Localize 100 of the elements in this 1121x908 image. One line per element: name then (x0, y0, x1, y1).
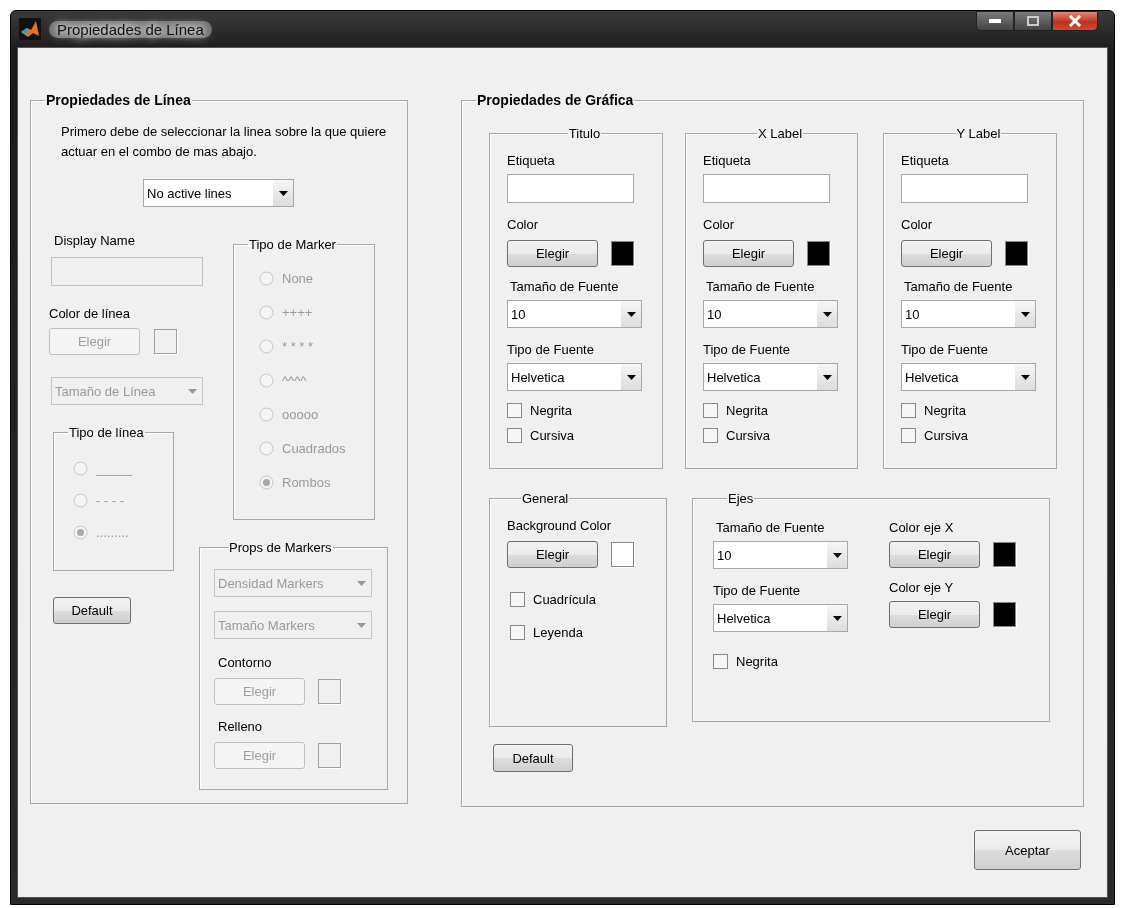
checkbox-label: Cursiva (530, 428, 575, 443)
font-size-dropdown[interactable]: 10 (713, 541, 848, 569)
checkbox[interactable] (507, 428, 522, 443)
default-button[interactable]: Default (493, 744, 573, 772)
label-field[interactable] (901, 174, 1028, 203)
checkbox-label: Leyenda (533, 625, 583, 640)
radio-label: * * * * (282, 338, 314, 354)
font-size-dropdown[interactable]: 10 (507, 300, 642, 328)
checkbox-label: Cuadrícula (533, 592, 596, 607)
color-swatch (154, 329, 177, 354)
checkbox[interactable] (507, 403, 522, 418)
group-title: Propiedades de Gráfica (476, 92, 635, 108)
maximize-icon (1027, 16, 1039, 26)
field-label: Color (901, 217, 933, 232)
radio-label: ooooo (282, 406, 319, 422)
radio-button[interactable] (73, 492, 88, 508)
radio-button[interactable] (259, 474, 274, 490)
minimize-icon (989, 19, 1001, 23)
default-button[interactable]: Default (53, 597, 131, 624)
font-size-dropdown[interactable]: 10 (703, 300, 838, 328)
app-icon (19, 18, 41, 40)
choose-button[interactable]: Elegir (889, 601, 980, 628)
field-label: Relleno (218, 719, 263, 734)
caret-icon (1020, 374, 1030, 380)
caret-icon (822, 311, 832, 317)
field-label: Color eje Y (889, 580, 954, 595)
font-type-dropdown[interactable]: Helvetica (507, 363, 642, 391)
radio-button[interactable] (259, 338, 274, 354)
field-label: Tamaño de Fuente (904, 279, 1013, 294)
field-label: Color de línea (49, 306, 130, 321)
caret-icon (832, 552, 842, 558)
label-field[interactable] (507, 174, 634, 203)
radio-label: ......... (96, 524, 129, 540)
radio-label: ++++ (282, 304, 313, 320)
field-label: Etiqueta (703, 153, 751, 168)
color-swatch (318, 679, 341, 704)
minimize-button[interactable] (976, 11, 1014, 31)
caret-icon (832, 615, 842, 621)
label-field[interactable] (703, 174, 830, 203)
checkbox-label: Cursiva (726, 428, 771, 443)
field-label: Tipo de Fuente (703, 342, 790, 357)
radio-button[interactable] (259, 372, 274, 388)
checkbox[interactable] (510, 625, 525, 640)
field-label: Background Color (507, 518, 612, 533)
group-title: Titulo (567, 126, 602, 141)
field-label: Contorno (218, 655, 272, 670)
close-button[interactable] (1052, 11, 1098, 31)
choose-button[interactable]: Elegir (889, 541, 980, 568)
radio-label: ^^^^ (282, 372, 307, 388)
color-swatch (318, 743, 341, 768)
checkbox[interactable] (703, 428, 718, 443)
font-size-dropdown[interactable]: 10 (901, 300, 1036, 328)
field-label: Tipo de Fuente (507, 342, 594, 357)
caret-icon (356, 580, 366, 586)
font-type-dropdown[interactable]: Helvetica (703, 363, 838, 391)
caret-icon (822, 374, 832, 380)
radio-button[interactable] (259, 440, 274, 456)
caret-icon (1020, 311, 1030, 317)
choose-button[interactable]: Elegir (507, 240, 598, 267)
checkbox[interactable] (510, 592, 525, 607)
font-type-dropdown[interactable]: Helvetica (901, 363, 1036, 391)
checkbox-label: Negrita (726, 403, 768, 418)
radio-label: _____ (96, 460, 133, 476)
group-title: Props de Markers (228, 540, 333, 555)
choose-button[interactable]: Elegir (901, 240, 992, 267)
line-dropdown[interactable]: No active lines (143, 179, 294, 207)
caret-icon (356, 622, 366, 628)
checkbox[interactable] (901, 403, 916, 418)
group-title: Propiedades de Línea (45, 92, 192, 108)
choose-button[interactable]: Elegir (703, 240, 794, 267)
display-name-field[interactable] (51, 257, 203, 286)
instructions-text: Primero debe de seleccionar la linea sobre la que quiere actuar en el combo de mas abajo. (61, 123, 388, 161)
close-icon (1068, 15, 1082, 27)
radio-label: Cuadrados (282, 440, 346, 456)
checkbox-label: Cursiva (924, 428, 969, 443)
checkbox-label: Negrita (530, 403, 572, 418)
checkbox[interactable] (901, 428, 916, 443)
group-title: Tipo de línea (68, 425, 145, 440)
caret-icon (278, 190, 288, 196)
radio-button[interactable] (73, 524, 88, 540)
field-label: Etiqueta (507, 153, 555, 168)
radio-button[interactable] (259, 406, 274, 422)
choose-button[interactable]: Elegir (507, 541, 598, 568)
group-title: Tipo de Marker (248, 237, 337, 252)
radio-button[interactable] (259, 304, 274, 320)
radio-button[interactable] (73, 460, 88, 476)
group-title: X Label (756, 126, 804, 141)
field-label: Color eje X (889, 520, 954, 535)
maximize-button[interactable] (1014, 11, 1052, 31)
field-label: Etiqueta (901, 153, 949, 168)
font-type-dropdown[interactable]: Helvetica (713, 604, 848, 632)
radio-label: - - - - (96, 492, 125, 508)
group-title: General (521, 491, 570, 506)
caret-icon (187, 388, 197, 394)
radio-label: None (282, 270, 314, 286)
checkbox[interactable] (703, 403, 718, 418)
checkbox[interactable] (713, 654, 728, 669)
field-label: Tipo de Fuente (901, 342, 988, 357)
accept-button[interactable]: Aceptar (974, 830, 1081, 870)
radio-button[interactable] (259, 270, 274, 286)
